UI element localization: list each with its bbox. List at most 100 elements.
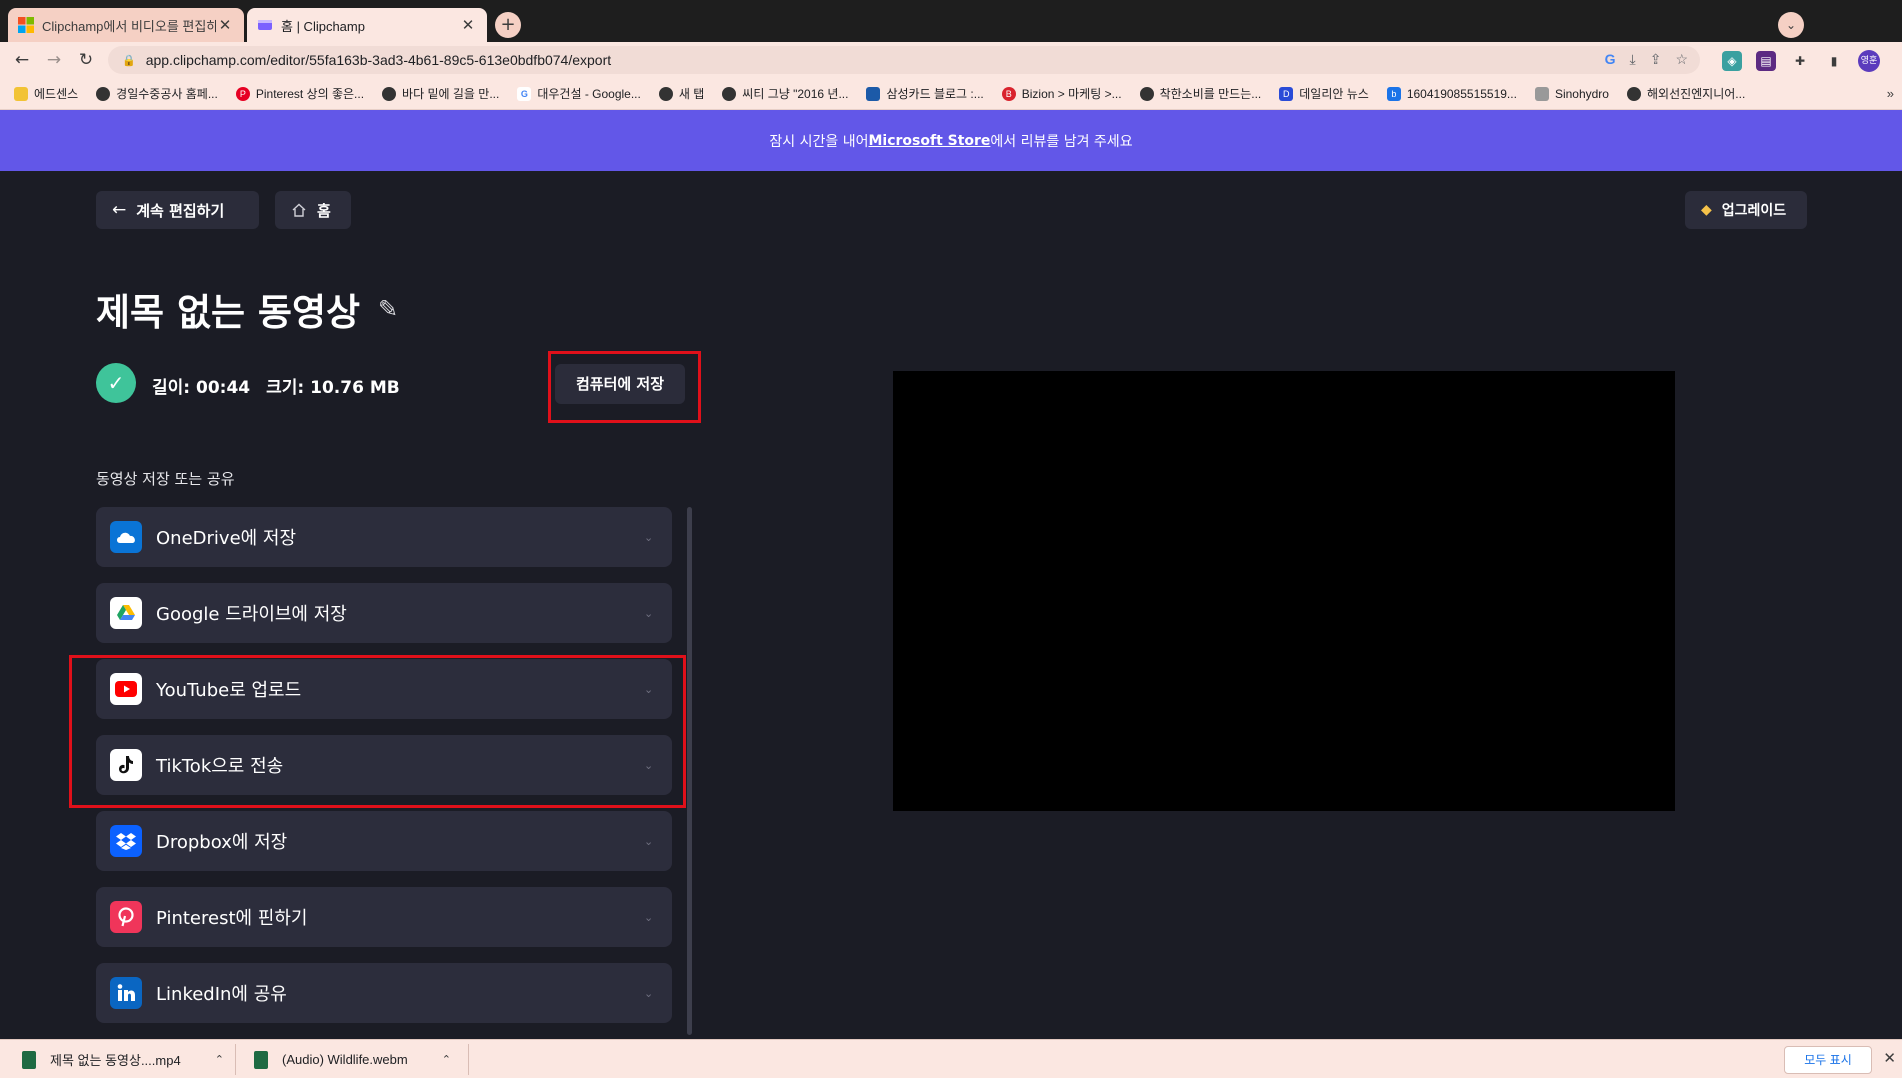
share-item-label: Pinterest에 핀하기 bbox=[156, 908, 308, 929]
upgrade-button[interactable]: ◆ 업그레이드 bbox=[1685, 191, 1807, 229]
bookmark-item[interactable]: G 대우건설 - Google... bbox=[517, 85, 641, 102]
browser-nav-bar: ← → ↻ 🔒 app.clipchamp.com/editor/55fa163… bbox=[0, 42, 1902, 78]
browser-tab-clipchamp-home[interactable]: 홈 | Clipchamp ✕ bbox=[247, 8, 487, 42]
site-icon: b bbox=[1386, 86, 1401, 101]
extension-icon[interactable]: ◈ bbox=[1722, 51, 1742, 71]
bookmark-item[interactable]: 삼성카드 블로그 :... bbox=[866, 85, 984, 102]
bookmarks-bar: 에드센스 경일수중공사 홈페... P Pinterest 상의 좋은... 바다… bbox=[0, 78, 1902, 110]
download-filename: 제목 없는 동영상....mp4 bbox=[50, 1053, 181, 1068]
google-icon[interactable]: G bbox=[1605, 51, 1616, 68]
bookmark-label: 착한소비를 만드는... bbox=[1159, 87, 1262, 101]
microsoft-store-link[interactable]: Microsoft Store bbox=[868, 133, 990, 149]
share-list-scrollbar[interactable] bbox=[687, 507, 692, 1035]
kebab-menu-icon[interactable]: ⋮ bbox=[1894, 51, 1902, 71]
linkedin-icon bbox=[110, 977, 142, 1009]
install-icon[interactable]: ⤓ bbox=[1630, 51, 1636, 68]
download-item[interactable]: (Audio) Wildlife.webm ⌃ bbox=[254, 1040, 451, 1078]
video-title-row: 제목 없는 동영상 ✎ bbox=[96, 282, 398, 336]
share-icon[interactable]: ⇪ bbox=[1650, 51, 1662, 68]
back-arrow-icon[interactable]: ← bbox=[10, 48, 34, 72]
file-icon bbox=[254, 1050, 268, 1069]
video-size: 크기: 10.76 MB bbox=[266, 378, 400, 398]
bookmark-item[interactable]: 씨티 그냥 "2016 년... bbox=[722, 85, 848, 102]
video-title[interactable]: 제목 없는 동영상 bbox=[96, 282, 360, 336]
bookmark-label: 데일리안 뉴스 bbox=[1299, 87, 1369, 101]
globe-icon bbox=[382, 86, 397, 101]
bookmark-label: 해외선진엔지니어... bbox=[1646, 87, 1746, 101]
sidepanel-icon[interactable]: ▮ bbox=[1824, 51, 1844, 71]
bookmark-item[interactable]: Sinohydro bbox=[1534, 86, 1609, 101]
chevron-down-icon: ⌄ bbox=[644, 530, 654, 544]
reload-icon[interactable]: ↻ bbox=[74, 48, 98, 72]
bookmark-item[interactable]: 착한소비를 만드는... bbox=[1139, 85, 1262, 102]
divider bbox=[235, 1044, 236, 1075]
globe-icon bbox=[1139, 86, 1154, 101]
bookmark-label: 바다 밑에 길을 만... bbox=[402, 87, 500, 101]
diamond-icon: ◆ bbox=[1701, 202, 1712, 218]
more-bookmarks-icon[interactable]: » bbox=[1887, 86, 1894, 101]
browser-tab-clipchamp-edit[interactable]: Clipchamp에서 비디오를 편집하 ✕ bbox=[8, 8, 244, 42]
home-icon bbox=[292, 203, 306, 217]
bookmark-item[interactable]: P Pinterest 상의 좋은... bbox=[235, 85, 364, 102]
close-icon[interactable]: ✕ bbox=[216, 16, 234, 34]
google-icon: G bbox=[517, 86, 532, 101]
address-bar[interactable]: 🔒 app.clipchamp.com/editor/55fa163b-3ad3… bbox=[108, 46, 1700, 74]
video-preview[interactable] bbox=[893, 371, 1675, 811]
upgrade-label: 업그레이드 bbox=[1721, 203, 1787, 219]
chevron-down-icon: ⌄ bbox=[644, 910, 654, 924]
share-item-label: Dropbox에 저장 bbox=[156, 832, 288, 853]
download-filename: (Audio) Wildlife.webm bbox=[282, 1052, 408, 1067]
forward-arrow-icon[interactable]: → bbox=[42, 48, 66, 72]
star-icon[interactable]: ☆ bbox=[1675, 51, 1688, 68]
clipchamp-icon bbox=[258, 20, 272, 30]
close-icon[interactable]: ✕ bbox=[459, 16, 477, 34]
new-tab-button[interactable]: + bbox=[495, 12, 521, 38]
folder-icon bbox=[14, 86, 28, 101]
bookmark-label: 새 탭 bbox=[678, 87, 705, 101]
bookmark-item[interactable]: 새 탭 bbox=[658, 85, 705, 102]
share-item-label: LinkedIn에 공유 bbox=[156, 984, 287, 1005]
bookmark-item[interactable]: B Bizion > 마케팅 >... bbox=[1001, 85, 1122, 102]
bookmark-item[interactable]: 경일수중공사 홈페... bbox=[96, 85, 218, 102]
puzzle-icon[interactable]: ✚ bbox=[1790, 51, 1810, 71]
tab-search-button[interactable]: ⌄ bbox=[1778, 12, 1804, 38]
share-item-linkedin[interactable]: LinkedIn에 공유 ⌄ bbox=[96, 963, 672, 1023]
profile-avatar[interactable]: 영훈 bbox=[1858, 50, 1880, 72]
tab-title: Clipchamp에서 비디오를 편집하 bbox=[42, 18, 216, 34]
share-item-label: OneDrive에 저장 bbox=[156, 528, 297, 549]
bookmark-item[interactable]: 에드센스 bbox=[14, 85, 78, 102]
bookmark-label: 에드센스 bbox=[34, 87, 79, 101]
highlight-box bbox=[548, 351, 701, 423]
download-item[interactable]: 제목 없는 동영상....mp4 ⌃ bbox=[22, 1040, 224, 1078]
tab-title: 홈 | Clipchamp bbox=[281, 18, 365, 34]
divider bbox=[468, 1044, 469, 1075]
lock-icon: 🔒 bbox=[122, 54, 136, 67]
url-text: app.clipchamp.com/editor/55fa163b-3ad3-4… bbox=[145, 52, 612, 68]
pencil-icon[interactable]: ✎ bbox=[378, 295, 398, 323]
bookmark-label: 씨티 그냥 "2016 년... bbox=[742, 87, 849, 101]
share-item-google-drive[interactable]: Google 드라이브에 저장 ⌄ bbox=[96, 583, 672, 643]
bookmark-label: 경일수중공사 홈페... bbox=[116, 87, 218, 101]
check-icon: ✓ bbox=[96, 363, 136, 403]
chevron-up-icon[interactable]: ⌃ bbox=[215, 1053, 224, 1066]
share-item-pinterest[interactable]: Pinterest에 핀하기 ⌄ bbox=[96, 887, 672, 947]
bookmark-item[interactable]: 바다 밑에 길을 만... bbox=[382, 85, 499, 102]
bookmark-item[interactable]: b 160419085515519... bbox=[1386, 86, 1517, 101]
download-shelf: 제목 없는 동영상....mp4 ⌃ (Audio) Wildlife.webm… bbox=[0, 1039, 1902, 1078]
show-all-downloads-button[interactable]: 모두 표시 bbox=[1784, 1046, 1872, 1074]
bookmark-item[interactable]: 해외선진엔지니어... bbox=[1626, 85, 1746, 102]
extension-icon[interactable]: ▤ bbox=[1756, 51, 1776, 71]
close-icon[interactable]: ✕ bbox=[1883, 1049, 1896, 1067]
dailian-icon: D bbox=[1279, 86, 1294, 101]
share-item-onedrive[interactable]: OneDrive에 저장 ⌄ bbox=[96, 507, 672, 567]
chevron-down-icon: ⌄ bbox=[644, 834, 654, 848]
continue-editing-button[interactable]: ← 계속 편집하기 bbox=[96, 191, 259, 229]
share-item-dropbox[interactable]: Dropbox에 저장 ⌄ bbox=[96, 811, 672, 871]
banner-prefix: 잠시 시간을 내어 bbox=[769, 133, 869, 150]
home-button[interactable]: 홈 bbox=[275, 191, 351, 229]
bookmark-label: Bizion > 마케팅 >... bbox=[1021, 87, 1122, 101]
chevron-up-icon[interactable]: ⌃ bbox=[442, 1053, 451, 1066]
bookmark-label: 대우건설 - Google... bbox=[537, 87, 641, 101]
video-meta: 길이: 00:44 크기: 10.76 MB bbox=[152, 373, 400, 398]
bookmark-item[interactable]: D 데일리안 뉴스 bbox=[1279, 85, 1369, 102]
